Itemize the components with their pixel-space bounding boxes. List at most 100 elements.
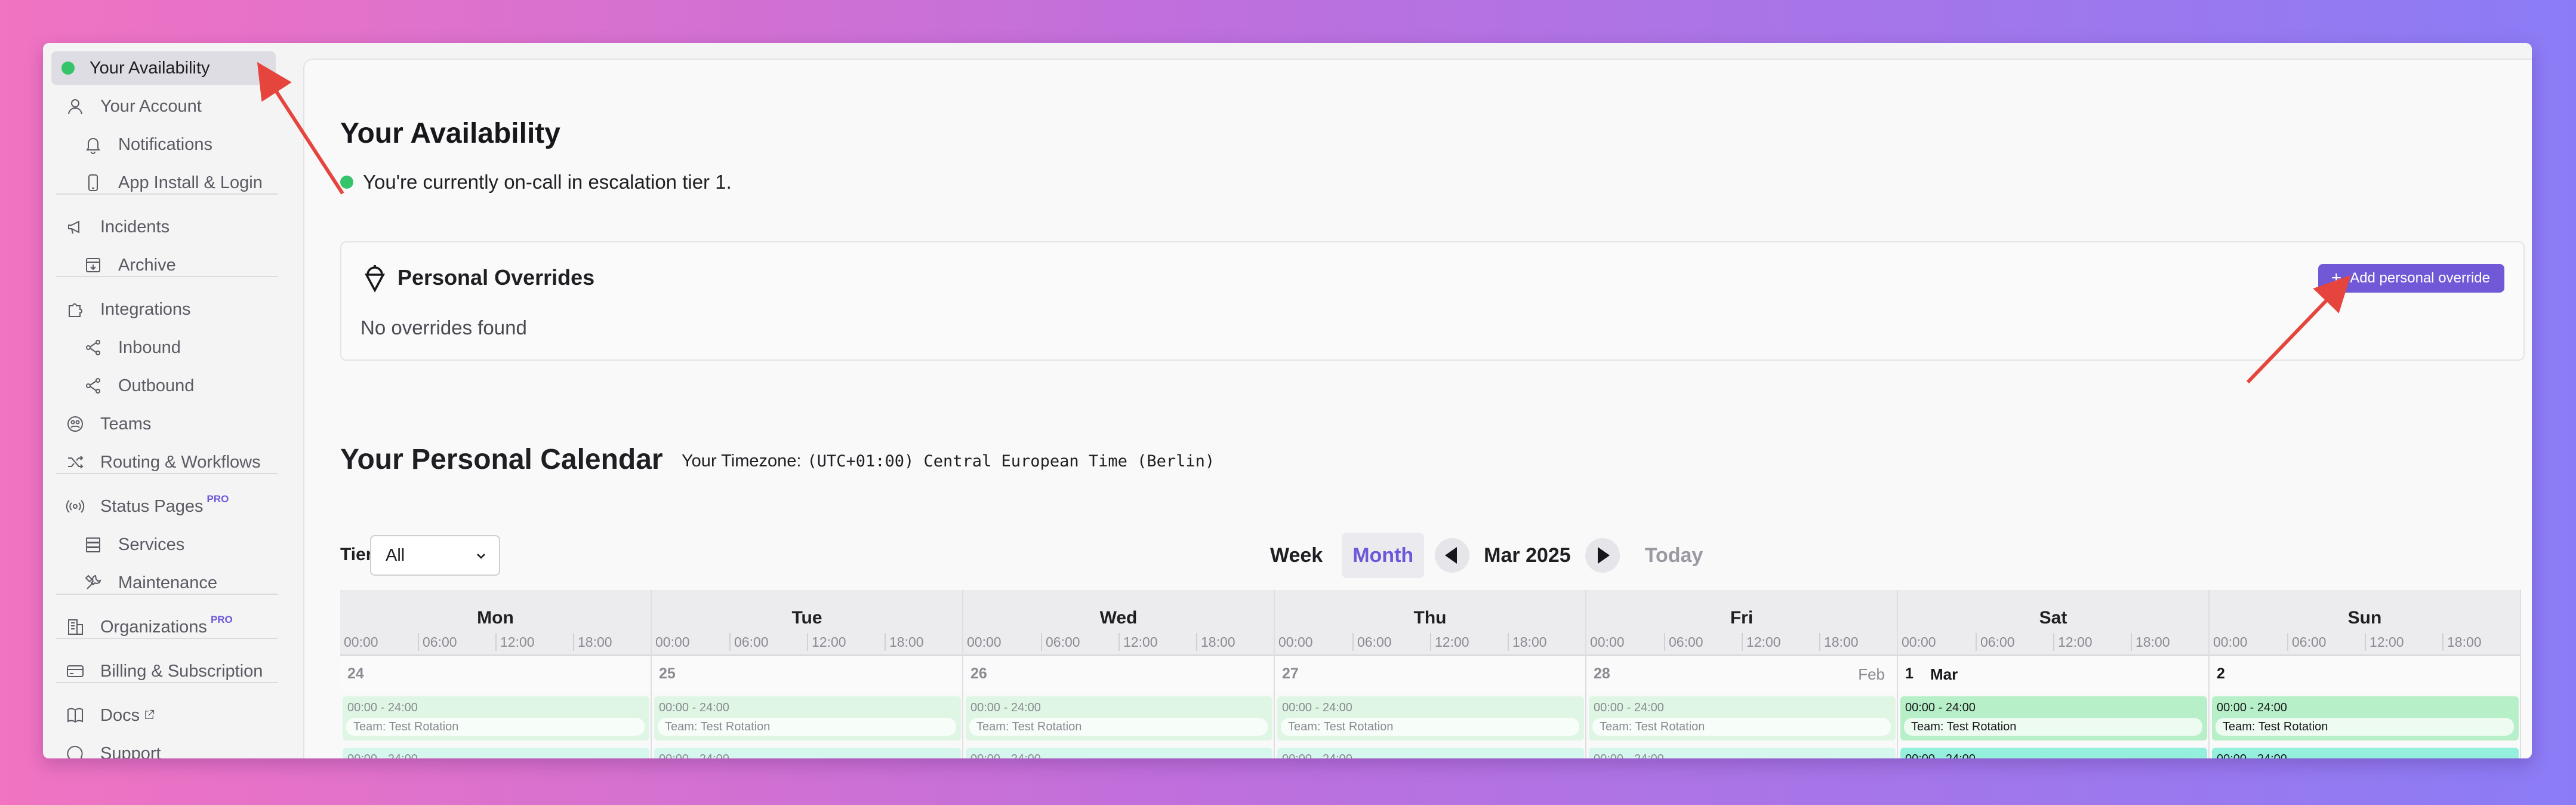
sidebar-item-your-account[interactable]: Your Account [51, 90, 276, 123]
previous-month-button[interactable] [1435, 538, 1470, 573]
shift-block[interactable]: 00:00 - 24:00 Team: Test Rotation [654, 696, 961, 741]
shift-block[interactable]: 00:00 - 24:00 Team: Test Rotation [1900, 696, 2207, 741]
oncall-status-dot-icon [340, 176, 353, 189]
shift-block[interactable]: 00:00 - 24:00Team: Root [1277, 748, 1584, 758]
day-name: Wed [1099, 608, 1138, 628]
sidebar-item-incidents[interactable]: Incidents [51, 210, 276, 244]
sidebar-item-label: Inbound [118, 337, 181, 357]
chevron-down-icon [474, 548, 488, 568]
building-icon [62, 614, 88, 640]
sidebar-item-notifications[interactable]: Notifications [51, 128, 276, 161]
personal-overrides-panel: Personal Overrides No overrides found + … [340, 241, 2525, 361]
next-month-button[interactable] [1585, 538, 1620, 573]
sidebar-item-status-pages[interactable]: Status Pages PRO [51, 490, 276, 523]
calendar-day-column[interactable]: Sun 00:00 06:00 12:00 18:00 2 00:00 - 24:00 Tea… [2210, 590, 2521, 758]
hour-label: 06:00 [1976, 633, 2015, 651]
day-name: Sat [2039, 608, 2067, 628]
calendar-day-column[interactable]: Tue 00:00 06:00 12:00 18:00 25 00:00 - 24:00 Te… [652, 590, 963, 758]
calendar-title: Your Personal Calendar [340, 444, 663, 475]
sidebar-divider [56, 638, 278, 639]
day-name: Tue [791, 608, 822, 628]
shift-block[interactable]: 00:00 - 24:00Team: Root [2212, 748, 2519, 758]
pro-badge: PRO [207, 493, 229, 505]
sidebar-item-label: Your Availability [90, 58, 210, 78]
hour-label: 18:00 [573, 633, 612, 651]
tiers-select-value: All [386, 545, 405, 565]
current-month-label: Mar 2025 [1484, 543, 1571, 567]
shift-block[interactable]: 00:00 - 24:00Team: Root [1589, 748, 1896, 758]
hour-label: 12:00 [807, 633, 846, 651]
sidebar-item-docs[interactable]: Docs [51, 699, 276, 732]
sidebar-item-label: Services [118, 534, 185, 554]
shift-time: 00:00 - 24:00 [347, 752, 418, 758]
shift-block[interactable]: 00:00 - 24:00Team: Root [1900, 748, 2207, 758]
hour-label: 12:00 [1742, 633, 1781, 651]
shift-time: 00:00 - 24:00 [1594, 701, 1664, 714]
sidebar-item-label: Archive [118, 255, 176, 275]
date-number: 24 [347, 665, 364, 682]
calendar-day-column[interactable]: Fri 00:00 06:00 12:00 18:00 28 Feb 00:00 - 24:0… [1586, 590, 1898, 758]
calendar-day-column[interactable]: Sat 00:00 06:00 12:00 18:00 1 Mar 00:00 - 24:00… [1898, 590, 2210, 758]
sidebar-item-services[interactable]: Services [51, 528, 276, 561]
chat-icon [62, 741, 88, 758]
hour-label: 00:00 [1278, 634, 1313, 650]
calendar-grid: Mon 00:00 06:00 12:00 18:00 24 00:00 - 24:00 Te… [340, 590, 2525, 758]
shift-time: 00:00 - 24:00 [659, 752, 729, 758]
sidebar-item-integrations[interactable]: Integrations [51, 293, 276, 326]
hour-scale: 00:00 06:00 12:00 18:00 [652, 633, 962, 656]
shift-time: 00:00 - 24:00 [1282, 701, 1352, 714]
oncall-status: You're currently on-call in escalation t… [340, 171, 732, 193]
sidebar-item-label: Notifications [118, 134, 212, 154]
hour-scale: 00:00 06:00 12:00 18:00 [1898, 633, 2208, 656]
add-personal-override-button[interactable]: + Add personal override [2318, 264, 2504, 293]
hour-label: 00:00 [1902, 634, 1936, 650]
today-button[interactable]: Today [1645, 544, 1703, 567]
hour-label: 06:00 [1664, 633, 1703, 651]
hour-label: 06:00 [2287, 633, 2327, 651]
week-view-button[interactable]: Week [1259, 533, 1333, 578]
hour-scale: 00:00 06:00 12:00 18:00 [1586, 633, 1897, 656]
sidebar-item-support[interactable]: Support [51, 737, 276, 758]
no-overrides-text: No overrides found [360, 317, 527, 339]
hour-label: 18:00 [1819, 633, 1859, 651]
sidebar-item-outbound[interactable]: Outbound [51, 369, 276, 402]
hour-scale: 00:00 06:00 12:00 18:00 [2210, 633, 2520, 656]
sidebar-item-label: Outbound [118, 376, 195, 395]
day-name: Fri [1730, 608, 1754, 628]
hour-scale: 00:00 06:00 12:00 18:00 [1275, 633, 1585, 656]
shift-block[interactable]: 00:00 - 24:00 Team: Test Rotation [1589, 696, 1896, 741]
month-view-button[interactable]: Month [1342, 533, 1425, 578]
calendar-day-column[interactable]: Thu 00:00 06:00 12:00 18:00 27 00:00 - 24:00 Te… [1275, 590, 1586, 758]
hour-label: 12:00 [1430, 633, 1469, 651]
shift-block[interactable]: 00:00 - 24:00Team: Root [966, 748, 1272, 758]
hour-label: 18:00 [1508, 633, 1547, 651]
sidebar-item-teams[interactable]: Teams [51, 407, 276, 441]
sidebar-item-your-availability[interactable]: Your Availability [51, 51, 276, 85]
shift-block[interactable]: 00:00 - 24:00 Team: Test Rotation [2212, 696, 2519, 741]
ice-cream-icon [363, 264, 387, 296]
sidebar-item-label: Billing & Subscription [100, 661, 263, 681]
sidebar-item-inbound[interactable]: Inbound [51, 331, 276, 364]
shift-block[interactable]: 00:00 - 24:00Team: Root [343, 748, 649, 758]
book-icon [62, 702, 88, 729]
timezone-label: Your Timezone: [682, 451, 802, 471]
hour-label: 06:00 [729, 633, 769, 651]
shift-block[interactable]: 00:00 - 24:00 Team: Test Rotation [966, 696, 1272, 741]
pro-badge: PRO [210, 614, 233, 625]
day-name: Thu [1413, 608, 1447, 628]
shift-block[interactable]: 00:00 - 24:00 Team: Test Rotation [1277, 696, 1584, 741]
shift-block[interactable]: 00:00 - 24:00 Team: Test Rotation [343, 696, 649, 741]
calendar-day-column[interactable]: Wed 00:00 06:00 12:00 18:00 26 00:00 - 24:00 Te… [963, 590, 1275, 758]
sidebar-divider [56, 193, 278, 195]
calendar-day-header: Sat 00:00 06:00 12:00 18:00 [1898, 590, 2208, 656]
calendar-day-column[interactable]: Mon 00:00 06:00 12:00 18:00 24 00:00 - 24:00 Te… [340, 590, 652, 758]
shift-block[interactable]: 00:00 - 24:00Team: Root [654, 748, 961, 758]
tools-icon [80, 570, 106, 596]
shift-team: Team: Test Rotation [1904, 718, 2202, 736]
tiers-select[interactable]: All [370, 535, 500, 576]
calendar-day-header: Wed 00:00 06:00 12:00 18:00 [963, 590, 1274, 656]
timezone-value: (UTC+01:00) Central European Time (Berli… [807, 452, 1215, 471]
date-row: 2 [2210, 657, 2520, 692]
external-link-icon [143, 706, 155, 726]
sidebar-item-label: Your Account [100, 96, 202, 116]
